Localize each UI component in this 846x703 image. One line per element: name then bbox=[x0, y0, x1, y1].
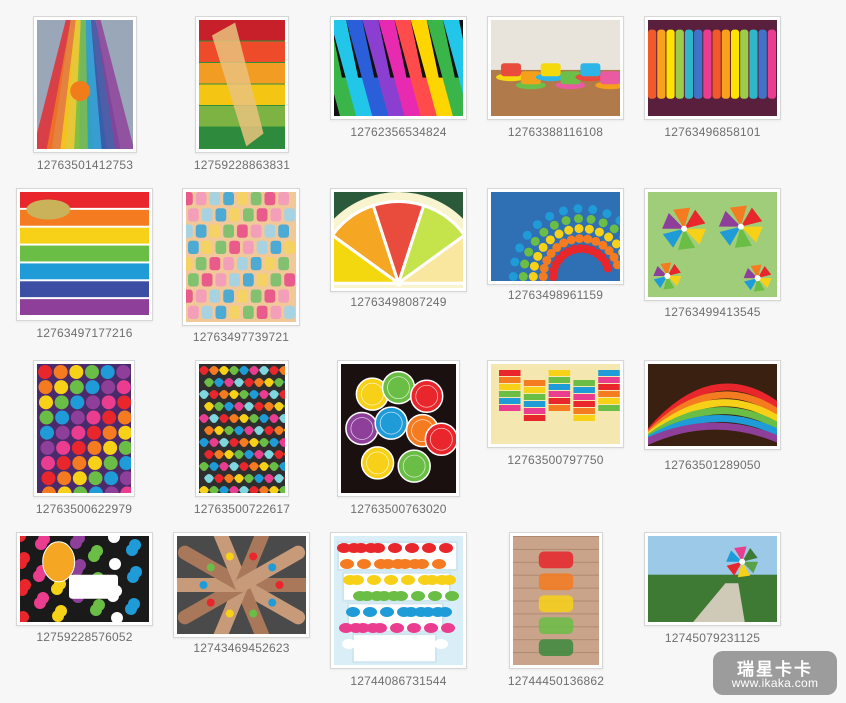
thumbnail-picture bbox=[334, 20, 463, 116]
thumbnail-caption[interactable]: 12763500722617 bbox=[162, 502, 322, 516]
thumbnail-picture bbox=[37, 364, 131, 493]
thumbnail-image[interactable] bbox=[195, 360, 289, 497]
thumbnail-caption[interactable]: 12762356534824 bbox=[319, 125, 479, 139]
thumbnail-image[interactable] bbox=[644, 360, 781, 450]
thumbnail-image[interactable] bbox=[487, 188, 624, 285]
thumbnail-picture bbox=[334, 192, 463, 288]
thumbnail-image[interactable] bbox=[16, 188, 153, 321]
thumbnail-caption[interactable]: 12759228863831 bbox=[162, 158, 322, 172]
thumbnail-image[interactable] bbox=[509, 532, 603, 669]
thumbnail-picture bbox=[341, 364, 456, 493]
thumbnail-picture bbox=[37, 20, 133, 149]
thumbnail-caption[interactable]: 12763501412753 bbox=[5, 158, 165, 172]
thumbnail-picture bbox=[177, 536, 306, 634]
thumbnail-picture bbox=[20, 192, 149, 317]
thumbnail-picture bbox=[491, 364, 620, 444]
thumbnail-picture bbox=[513, 536, 599, 665]
thumbnail-image[interactable] bbox=[330, 16, 467, 120]
thumbnail-caption[interactable]: 12759228576052 bbox=[5, 630, 165, 644]
thumbnail-caption[interactable]: 12763496858101 bbox=[633, 125, 793, 139]
thumbnail-caption[interactable]: 12763500797750 bbox=[476, 453, 636, 467]
thumbnail-picture bbox=[20, 536, 149, 622]
thumbnail-image[interactable] bbox=[644, 188, 781, 301]
thumbnail-picture bbox=[199, 364, 285, 493]
thumbnail-image[interactable] bbox=[487, 16, 624, 120]
thumbnail-caption[interactable]: 12743469452623 bbox=[162, 641, 322, 655]
thumbnail-picture bbox=[648, 192, 777, 297]
thumbnail-caption[interactable]: 12763388116108 bbox=[476, 125, 636, 139]
thumbnail-caption[interactable]: 12744086731544 bbox=[319, 674, 479, 688]
watermark-url: www.ikaka.com bbox=[731, 676, 819, 690]
thumbnail-picture bbox=[199, 20, 285, 149]
thumbnail-caption[interactable]: 12763497177216 bbox=[5, 326, 165, 340]
thumbnail-image[interactable] bbox=[16, 532, 153, 626]
thumbnail-picture bbox=[491, 20, 620, 116]
watermark-logo: 瑞星卡卡 www.ikaka.com bbox=[713, 651, 837, 695]
thumbnail-caption[interactable]: 12763500622979 bbox=[4, 502, 164, 516]
thumbnail-image[interactable] bbox=[330, 532, 467, 669]
thumbnail-image[interactable] bbox=[33, 360, 135, 497]
thumbnail-image[interactable] bbox=[644, 16, 781, 120]
thumbnail-picture bbox=[648, 20, 777, 116]
thumbnail-caption[interactable]: 12763499413545 bbox=[633, 305, 793, 319]
thumbnail-image[interactable] bbox=[330, 188, 467, 292]
thumbnail-picture bbox=[648, 536, 777, 622]
thumbnail-picture bbox=[186, 192, 296, 322]
thumbnail-caption[interactable]: 12763500763020 bbox=[319, 502, 479, 516]
thumbnail-caption[interactable]: 12763497739721 bbox=[161, 330, 321, 344]
thumbnail-picture bbox=[648, 364, 777, 446]
thumbnail-image[interactable] bbox=[195, 16, 289, 153]
image-gallery: 12763501412753 12759228863831 127623565348… bbox=[0, 0, 846, 703]
thumbnail-picture bbox=[334, 536, 463, 665]
thumbnail-image[interactable] bbox=[33, 16, 137, 153]
thumbnail-image[interactable] bbox=[487, 360, 624, 448]
thumbnail-image[interactable] bbox=[182, 188, 300, 326]
thumbnail-caption[interactable]: 12763501289050 bbox=[633, 458, 793, 472]
thumbnail-image[interactable] bbox=[337, 360, 460, 497]
thumbnail-caption[interactable]: 12744450136862 bbox=[476, 674, 636, 688]
thumbnail-picture bbox=[491, 192, 620, 281]
thumbnail-image[interactable] bbox=[644, 532, 781, 626]
thumbnail-caption[interactable]: 12745079231125 bbox=[633, 631, 793, 645]
thumbnail-caption[interactable]: 12763498961159 bbox=[476, 288, 636, 302]
thumbnail-caption[interactable]: 12763498087249 bbox=[319, 295, 479, 309]
thumbnail-image[interactable] bbox=[173, 532, 310, 638]
